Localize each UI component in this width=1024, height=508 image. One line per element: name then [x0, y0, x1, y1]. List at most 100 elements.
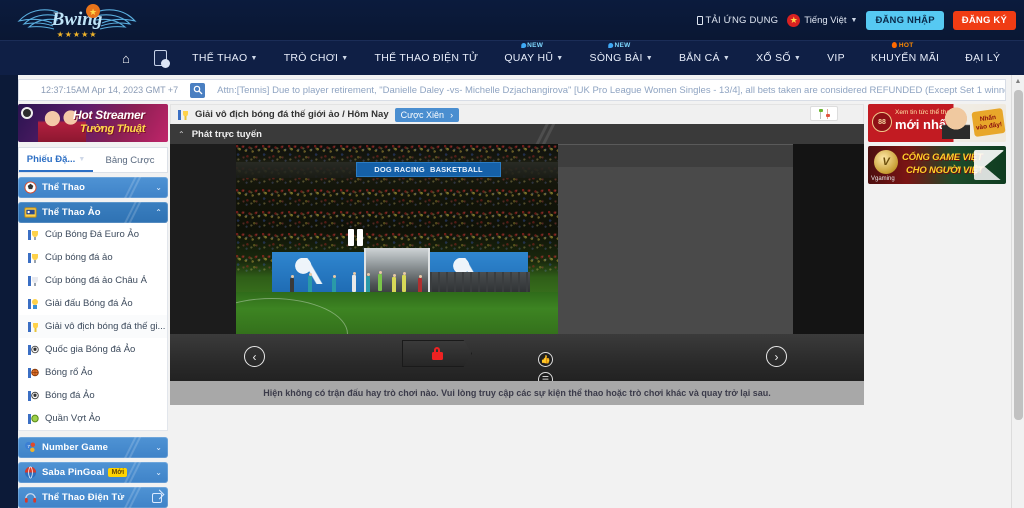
- vgaming-ad[interactable]: V Vgaming CỔNG GAME VIỆT CHO NGƯỜI VIỆT: [868, 146, 1006, 184]
- sidebar-group-the-thao-ao[interactable]: Thể Thao Ảo ⌃: [18, 202, 168, 223]
- list-icon[interactable]: ☰: [538, 372, 553, 381]
- main-navigation: ⌂ THỂ THAO ▼ TRÒ CHƠI ▼ THỂ THAO ĐIỆN TỬ…: [0, 40, 1024, 75]
- nav-label: KHUYẾN MÃI: [870, 52, 940, 64]
- list-item-label: Giải đấu Bóng đá Ảo: [45, 298, 133, 309]
- chevron-down-icon: ▼: [78, 155, 86, 163]
- chevron-down-icon: ▼: [250, 54, 258, 62]
- list-item-selected[interactable]: Giải vô địch bóng đá thế gi...: [19, 315, 167, 338]
- parlay-button[interactable]: Cược Xiên ›: [394, 107, 460, 122]
- server-time: 12:37:15AM Apr 14, 2023 GMT +7: [41, 85, 179, 95]
- register-button[interactable]: ĐĂNG KÝ: [952, 10, 1016, 30]
- nav-item-vip[interactable]: VIP: [814, 41, 858, 76]
- nav-label: QUAY HŨ: [504, 52, 554, 64]
- ad-cta-button[interactable]: Nhấn vào đây!: [971, 107, 1006, 138]
- nav-item-xo-so[interactable]: XỔ SỐ ▼: [743, 41, 814, 76]
- list-item[interactable]: Bóng đá Ảo: [19, 384, 167, 407]
- stream-section-header[interactable]: ⌃ Phát trực tuyến: [170, 124, 864, 144]
- chevron-right-icon: ›: [450, 109, 454, 120]
- new-badge: NEW: [521, 41, 544, 49]
- promo-subtitle: Tường Thuật: [80, 123, 146, 135]
- ticker-message: Attn:[Tennis] Due to player retirement, …: [217, 84, 1005, 96]
- scrollbar-thumb[interactable]: [1014, 90, 1023, 420]
- slider-green: [818, 108, 823, 119]
- v-coin-logo: V: [874, 150, 898, 174]
- stadium-ad-board: DOG RACING BASKETBALL: [356, 162, 501, 177]
- nav-home[interactable]: ⌂: [110, 41, 142, 76]
- soccer-ball-icon: [24, 181, 37, 194]
- sidebar-group-esports[interactable]: Thể Thao Điện Tử: [18, 487, 168, 508]
- list-item[interactable]: Cúp bóng đá ảo: [19, 246, 167, 269]
- pitch-grass: [236, 292, 558, 334]
- lock-icon: [431, 347, 443, 360]
- player-side-panel: [558, 144, 793, 334]
- ad-board-right-text: BASKETBALL: [429, 165, 483, 174]
- group-label: Number Game: [42, 442, 109, 453]
- mobile-icon: [697, 15, 704, 25]
- chevron-up-icon: ⌃: [178, 129, 185, 139]
- list-item[interactable]: Quần Vợt Ảo: [19, 407, 167, 430]
- ad-line1: CỔNG GAME VIỆT: [902, 152, 983, 163]
- nav-item-dai-ly[interactable]: ĐẠI LÝ: [952, 41, 1013, 76]
- chevron-down-icon: ⌄: [155, 183, 162, 192]
- sidebar-group-number-game[interactable]: 7 Number Game ⌄: [18, 437, 168, 458]
- sidebar-group-the-thao[interactable]: Thể Thao ⌄: [18, 177, 168, 198]
- header-actions: TẢI ỨNG DỤNG ★ Tiếng Việt ▼ ĐĂNG NHẬP ĐĂ…: [697, 9, 1016, 31]
- sports-news-ad[interactable]: 88 Xem tin tức thể thao mới nhất Nhấn và…: [868, 104, 1006, 142]
- pause-icon[interactable]: [348, 229, 363, 246]
- nav-item-tro-choi[interactable]: TRÒ CHƠI ▼: [271, 41, 362, 76]
- tab-bang-cuoc[interactable]: Bảng Cược: [93, 148, 167, 172]
- list-item[interactable]: Cúp bóng đá ảo Châu Á: [19, 269, 167, 292]
- list-item[interactable]: Bóng rổ Ảo: [19, 361, 167, 384]
- language-selector[interactable]: ★ Tiếng Việt ▼: [787, 13, 857, 27]
- esports-icon: [24, 493, 37, 503]
- list-item[interactable]: Quốc gia Bóng đá Ảo: [19, 338, 167, 361]
- thumbs-up-icon[interactable]: 👍: [538, 352, 553, 367]
- sidebar-group-saba-pingoal[interactable]: Saba PinGoal Mới ⌄: [18, 462, 168, 483]
- pingoal-icon: [24, 466, 37, 479]
- nav-item-song-bai[interactable]: NEW SÒNG BÀI ▼: [577, 41, 666, 76]
- tennis-icon: [28, 413, 39, 424]
- list-item-label: Giải vô địch bóng đá thế gi...: [45, 321, 166, 332]
- list-item-label: Cúp bóng đá ảo Châu Á: [45, 275, 147, 286]
- site-logo[interactable]: Bwing ★ ★★★★★: [14, 1, 140, 41]
- left-edge-strip: [0, 75, 18, 508]
- ad-board-left-text: DOG RACING: [374, 165, 425, 174]
- no-events-notice: Hiện không có trận đấu hay trò chơi nào.…: [170, 381, 864, 405]
- nav-item-ban-ca[interactable]: BẮN CÁ ▼: [666, 41, 743, 76]
- search-icon[interactable]: [190, 82, 206, 98]
- external-link-icon: [152, 492, 162, 503]
- chevron-down-icon: ⌄: [155, 443, 162, 452]
- trophy-icon: [28, 252, 38, 263]
- svg-text:★: ★: [89, 7, 97, 17]
- announcement-ticker: 12:37:15AM Apr 14, 2023 GMT +7 Attn:[Ten…: [18, 79, 1006, 101]
- hot-streamer-promo-banner[interactable]: Hot Streamer Tường Thuật: [18, 104, 168, 142]
- page-scrollbar[interactable]: ▲: [1011, 75, 1024, 508]
- nav-item-the-thao[interactable]: THỂ THAO ▼: [179, 41, 271, 76]
- nav-item-the-thao-dien-tu[interactable]: THỂ THAO ĐIỆN TỬ: [362, 41, 492, 76]
- nav-label: XỔ SỐ: [756, 52, 791, 64]
- nav-label: SÒNG BÀI: [589, 52, 643, 64]
- lock-button[interactable]: [402, 340, 472, 367]
- list-item[interactable]: Cúp Bóng Đá Euro Ảo: [19, 223, 167, 246]
- soccer-icon: [28, 390, 39, 401]
- login-button[interactable]: ĐĂNG NHẬP: [866, 10, 944, 30]
- nav-mobile-app[interactable]: [142, 41, 179, 76]
- nav-label: THỂ THAO ĐIỆN TỬ: [374, 52, 479, 64]
- download-app-link[interactable]: TẢI ỨNG DỤNG: [697, 15, 778, 26]
- chevron-right-circle-icon[interactable]: ›: [766, 346, 787, 367]
- chevron-down-icon: ▼: [793, 54, 802, 62]
- nav-item-quay-hu[interactable]: NEW QUAY HŨ ▼: [491, 41, 576, 76]
- group-label: Thể Thao: [42, 182, 86, 193]
- video-player[interactable]: DOG RACING BASKETBALL 👍 ☰ ‹ ›: [170, 144, 864, 381]
- triangle-up-icon[interactable]: ▲: [1012, 75, 1024, 88]
- hot-badge: HOT: [892, 41, 914, 49]
- nav-item-khuyen-mai[interactable]: HOT KHUYẾN MÃI: [858, 41, 952, 76]
- nav-label: THỂ THAO: [192, 52, 248, 64]
- list-item-label: Quốc gia Bóng đá Ảo: [45, 344, 136, 355]
- left-sidebar: Hot Streamer Tường Thuật Phiếu Đặ... ▼ B…: [18, 104, 168, 508]
- chevron-left-circle-icon[interactable]: ‹: [244, 346, 265, 367]
- sliders-icon[interactable]: [810, 106, 838, 121]
- tab-phieu-dat[interactable]: Phiếu Đặ... ▼: [19, 148, 93, 172]
- tab-label: Phiếu Đặ...: [26, 153, 76, 165]
- list-item[interactable]: Giải đấu Bóng đá Ảo: [19, 292, 167, 315]
